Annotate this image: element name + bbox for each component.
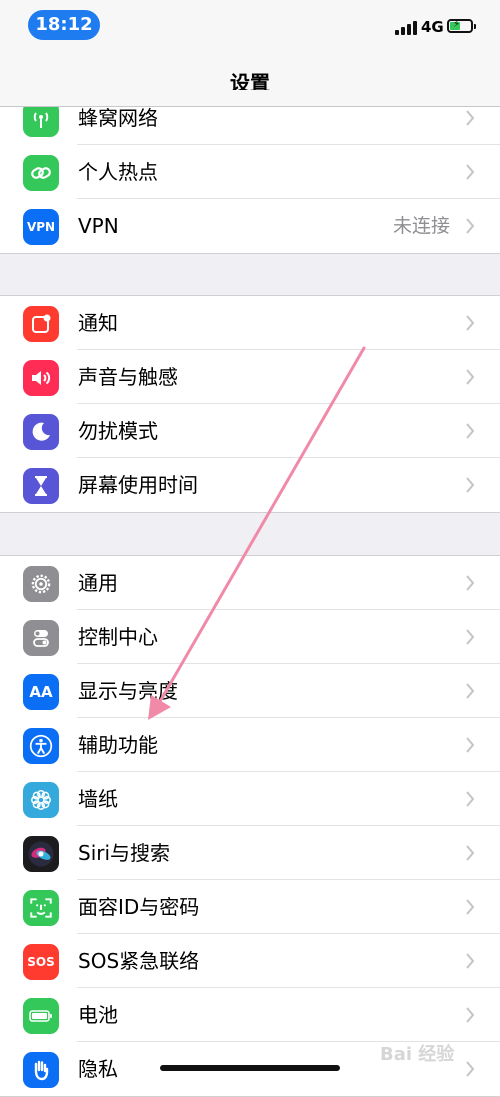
cellular-signal-icon [395, 19, 419, 35]
notifications-icon [23, 306, 59, 342]
settings-row-label: 通用 [78, 571, 118, 595]
settings-row-label: 墙纸 [78, 787, 118, 811]
watermark: Bai 经验 [380, 1044, 455, 1065]
settings-row-label: 隐私 [78, 1057, 118, 1081]
chevron-right-icon [466, 737, 475, 753]
hourglass-icon [23, 468, 59, 504]
chevron-right-icon [466, 575, 475, 591]
settings-group-network: 蜂窝网络 个人热点 VPN VPN 未连接 [0, 90, 500, 254]
settings-row-siri[interactable]: Siri与搜索 [0, 826, 500, 880]
speaker-icon [23, 360, 59, 396]
settings-row-notifications[interactable]: 通知 [0, 296, 500, 350]
chevron-right-icon [466, 845, 475, 861]
home-indicator[interactable] [160, 1065, 340, 1071]
settings-row-label: Siri与搜索 [78, 841, 171, 865]
settings-row-label: 显示与亮度 [78, 679, 178, 703]
settings-row-accessibility[interactable]: 辅助功能 [0, 718, 500, 772]
status-time: 18:12 [28, 10, 100, 40]
moon-icon [23, 414, 59, 450]
settings-row-label: 面容ID与密码 [78, 895, 200, 919]
settings-row-face-id[interactable]: 面容ID与密码 [0, 880, 500, 934]
display-aa-icon: AA [23, 674, 59, 710]
settings-row-label: VPN [78, 214, 119, 238]
vpn-status: 未连接 [392, 215, 450, 237]
settings-row-label: 电池 [78, 1003, 118, 1027]
chevron-right-icon [466, 1061, 475, 1077]
settings-row-label: SOS紧急联络 [78, 949, 200, 973]
chevron-right-icon [466, 1007, 475, 1023]
chevron-right-icon [466, 423, 475, 439]
settings-row-hotspot[interactable]: 个人热点 [0, 145, 500, 199]
chevron-right-icon [466, 477, 475, 493]
chevron-right-icon [466, 953, 475, 969]
chevron-right-icon [466, 110, 475, 126]
chevron-right-icon [466, 791, 475, 807]
status-bar: 18:12 4G ⚡ [0, 0, 500, 52]
chevron-right-icon [466, 218, 475, 234]
settings-group-general: 通用 控制中心 AA 显示与亮度 辅助功能 墙纸 Siri与搜索 面容ID与密码… [0, 555, 500, 1097]
network-type: 4G [421, 18, 444, 36]
hotspot-link-icon [23, 155, 59, 191]
settings-row-sounds[interactable]: 声音与触感 [0, 350, 500, 404]
settings-row-label: 通知 [78, 311, 118, 335]
settings-row-label: 辅助功能 [78, 733, 158, 757]
settings-row-label: 个人热点 [78, 160, 158, 184]
wallpaper-flower-icon [23, 782, 59, 818]
battery-status-icon: ⚡ [447, 19, 476, 33]
accessibility-icon [23, 728, 59, 764]
settings-row-display[interactable]: AA 显示与亮度 [0, 664, 500, 718]
settings-row-general[interactable]: 通用 [0, 556, 500, 610]
chevron-right-icon [466, 629, 475, 645]
settings-row-sos[interactable]: SOS SOS紧急联络 [0, 934, 500, 988]
chevron-right-icon [466, 683, 475, 699]
settings-row-label: 屏幕使用时间 [78, 473, 198, 497]
settings-row-label: 蜂窝网络 [78, 106, 158, 130]
settings-row-label: 勿扰模式 [78, 419, 158, 443]
settings-row-screen-time[interactable]: 屏幕使用时间 [0, 458, 500, 512]
toggles-icon [23, 620, 59, 656]
settings-row-label: 声音与触感 [78, 365, 178, 389]
chevron-right-icon [466, 164, 475, 180]
battery-icon [23, 998, 59, 1034]
settings-group-notifications: 通知 声音与触感 勿扰模式 屏幕使用时间 [0, 295, 500, 513]
navigation-bar-overlay [0, 90, 500, 107]
settings-row-dnd[interactable]: 勿扰模式 [0, 404, 500, 458]
chevron-right-icon [466, 899, 475, 915]
settings-row-label: 控制中心 [78, 625, 158, 649]
chevron-right-icon [466, 315, 475, 331]
gear-icon [23, 566, 59, 602]
chevron-right-icon [466, 369, 475, 385]
siri-icon [23, 836, 59, 872]
face-id-icon [23, 890, 59, 926]
vpn-icon: VPN [23, 209, 59, 245]
settings-row-control-center[interactable]: 控制中心 [0, 610, 500, 664]
settings-row-wallpaper[interactable]: 墙纸 [0, 772, 500, 826]
settings-row-battery[interactable]: 电池 [0, 988, 500, 1042]
sos-icon: SOS [23, 944, 59, 980]
settings-row-vpn[interactable]: VPN VPN 未连接 [0, 199, 500, 253]
